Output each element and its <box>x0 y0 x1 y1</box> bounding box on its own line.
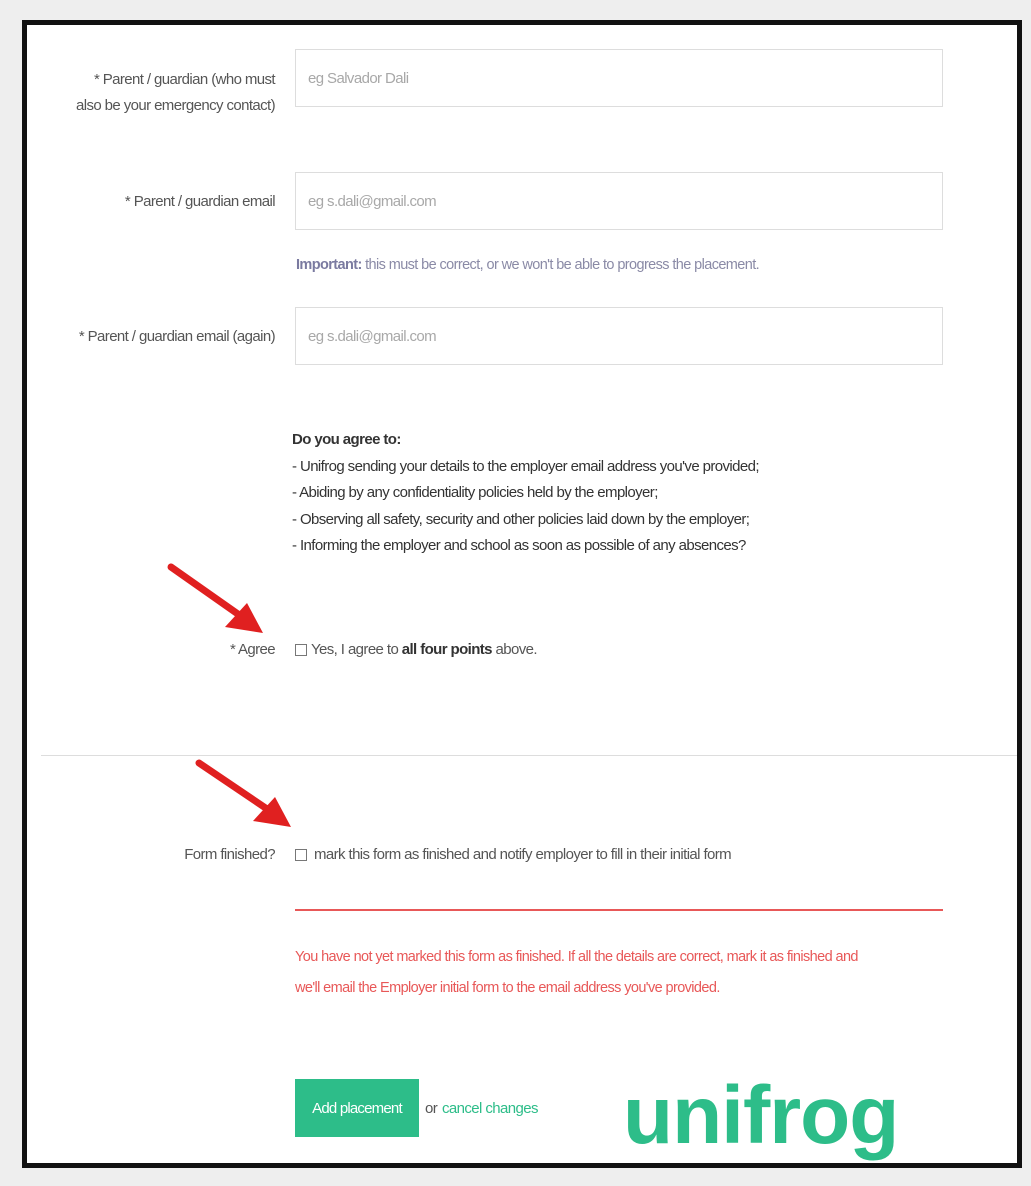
guardian-email-again-label: * Parent / guardian email (again) <box>78 328 276 345</box>
agreement-point: - Observing all safety, security and oth… <box>292 510 750 528</box>
unifrog-logo: unifrog <box>623 1070 899 1161</box>
form-panel: * Parent / guardian (who must also be yo… <box>22 20 1022 1168</box>
agree-checkbox[interactable] <box>295 644 307 656</box>
guardian-name-input[interactable] <box>295 49 943 107</box>
form-finished-checkbox[interactable] <box>295 849 307 861</box>
or-text: or <box>425 1100 438 1117</box>
red-arrow-icon <box>167 563 263 633</box>
guardian-email-label: * Parent / guardian email <box>124 193 276 210</box>
form-finished-checkbox-label[interactable]: mark this form as finished and notify em… <box>314 846 732 863</box>
agreement-heading: Do you agree to: <box>292 431 401 448</box>
guardian-name-label-line2: also be your emergency contact) <box>75 97 276 114</box>
cancel-changes-link[interactable]: cancel changes <box>442 1100 538 1117</box>
error-line: You have not yet marked this form as fin… <box>295 949 858 965</box>
important-note: Important: this must be correct, or we w… <box>296 257 760 273</box>
important-note-strong: Important: <box>296 257 362 273</box>
form-finished-label: Form finished? <box>184 846 275 863</box>
guardian-name-label: * Parent / guardian (who must also be yo… <box>27 67 276 119</box>
agree-text-bold: all four points <box>401 641 493 658</box>
section-divider <box>41 755 1017 756</box>
agreement-point: - Unifrog sending your details to the em… <box>292 457 760 475</box>
error-line: we'll email the Employer initial form to… <box>295 980 720 996</box>
guardian-email-input[interactable] <box>295 172 943 230</box>
agree-text-pre: Yes, I agree to <box>311 641 402 658</box>
agreement-point: - Informing the employer and school as s… <box>292 537 746 554</box>
agreement-text: Do you agree to: - Unifrog sending your … <box>292 427 760 560</box>
guardian-email-again-input[interactable] <box>295 307 943 365</box>
agreement-point: - Abiding by any confidentiality policie… <box>292 484 658 501</box>
form-finished-error: You have not yet marked this form as fin… <box>295 942 955 1004</box>
red-arrow-icon <box>195 759 291 827</box>
add-placement-button[interactable]: Add placement <box>295 1079 419 1137</box>
guardian-name-label-line1: * Parent / guardian (who must <box>93 71 276 88</box>
agree-checkbox-label[interactable]: Yes, I agree to all four points above. <box>311 641 538 658</box>
important-note-text: this must be correct, or we won't be abl… <box>361 257 760 273</box>
error-underline <box>295 909 943 911</box>
agree-text-post: above. <box>491 641 537 658</box>
agree-label: * Agree <box>229 641 276 658</box>
